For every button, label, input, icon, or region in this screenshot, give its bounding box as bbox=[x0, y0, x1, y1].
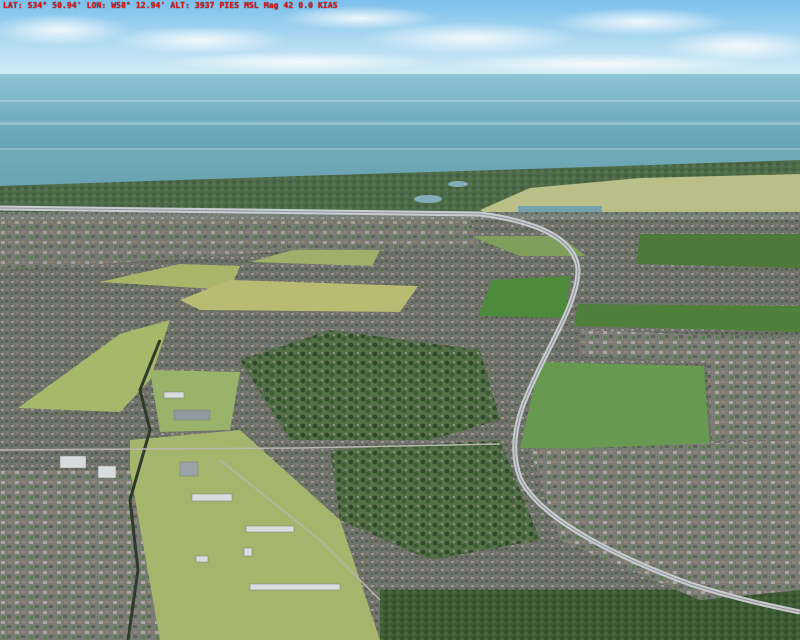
field bbox=[478, 276, 570, 318]
field bbox=[636, 234, 800, 268]
flight-status-readout: LAT: S34° 50.94' LON: W58° 12.94' ALT: 393… bbox=[3, 1, 343, 10]
field bbox=[520, 362, 710, 450]
terrain-view bbox=[0, 0, 800, 640]
longitude-readout: LON: W58° 12.94' bbox=[86, 1, 166, 10]
altitude-readout: ALT: 3937 PIES MSL bbox=[170, 1, 259, 10]
airspeed-readout: 0.0 KIAS bbox=[298, 1, 338, 10]
flight-sim-viewport: LAT: S34° 50.94' LON: W58° 12.94' ALT: 393… bbox=[0, 0, 800, 640]
field bbox=[150, 370, 240, 432]
latitude-readout: LAT: S34° 50.94' bbox=[3, 1, 82, 10]
heading-readout: Mag 42 bbox=[263, 1, 294, 10]
